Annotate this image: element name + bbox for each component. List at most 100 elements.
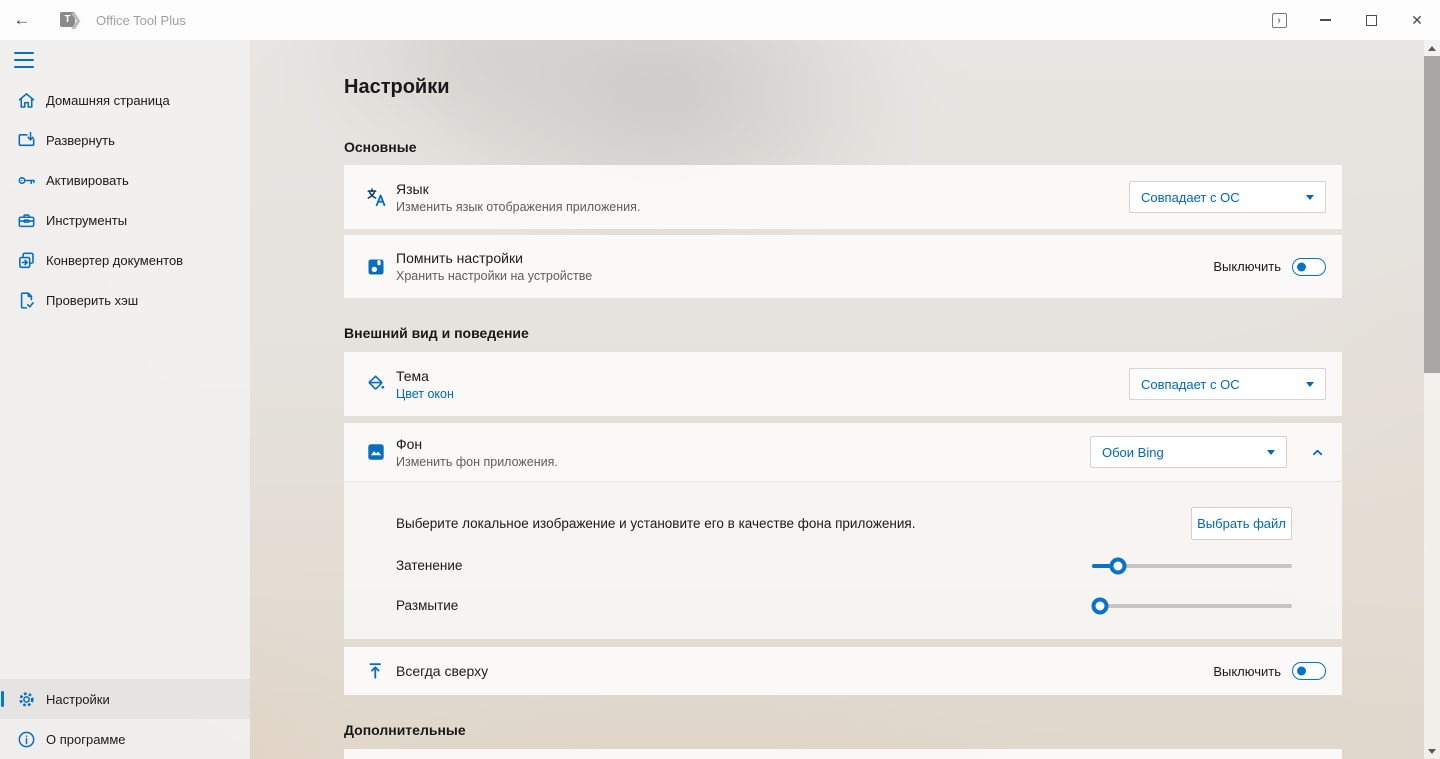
shade-slider[interactable] [1092, 557, 1292, 575]
scroll-up-icon [1428, 45, 1436, 51]
minimize-button[interactable] [1302, 0, 1348, 40]
setting-title: Всегда сверху [396, 663, 489, 679]
sidebar-item-label: Развернуть [46, 132, 115, 148]
app-logo-icon: T ❯ [60, 10, 82, 30]
close-icon: ✕ [1411, 11, 1423, 28]
sidebar-item-label: Настройки [46, 691, 110, 707]
toggle-knob [1297, 666, 1306, 676]
language-dropdown[interactable]: Совпадает с ОС [1129, 181, 1326, 213]
maximize-button[interactable] [1348, 0, 1394, 40]
console-button[interactable]: › [1256, 0, 1302, 40]
convert-icon [15, 249, 37, 271]
sidebar-item-deploy[interactable]: Развернуть [0, 120, 250, 160]
sidebar-item-home[interactable]: Домашняя страница [0, 80, 250, 120]
logo-chevron: ❯ [69, 12, 83, 29]
sidebar-item-check-hash[interactable]: Проверить хэш [0, 280, 250, 320]
scroll-up-button[interactable] [1424, 40, 1440, 56]
maximize-icon [1365, 14, 1377, 26]
sidebar-item-label: Активировать [46, 172, 129, 188]
theme-dropdown-value: Совпадает с ОС [1141, 376, 1240, 392]
setting-text: Фон Изменить фон приложения. [396, 436, 558, 469]
setting-title: Фон [396, 435, 423, 452]
back-arrow-icon: ← [13, 10, 31, 29]
collapse-panel-button[interactable] [1300, 436, 1334, 468]
close-button[interactable]: ✕ [1394, 0, 1440, 40]
always-on-top-toggle[interactable] [1292, 662, 1326, 680]
remember-settings-toggle[interactable] [1292, 257, 1326, 276]
gear-icon [15, 688, 37, 710]
scroll-down-button[interactable] [1424, 743, 1440, 759]
sidebar-item-about[interactable]: О программе [0, 719, 250, 759]
key-icon [15, 169, 37, 191]
language-dropdown-value: Совпадает с ОС [1141, 189, 1240, 205]
sidebar-footer: Настройки О программе [0, 679, 250, 759]
paint-bucket-icon [365, 373, 387, 395]
choose-file-button[interactable]: Выбрать файл [1191, 507, 1292, 540]
window-color-link[interactable]: Цвет окон [396, 387, 454, 401]
setting-card-background: Фон Изменить фон приложения. Обои Bing [344, 423, 1342, 481]
blur-slider-thumb[interactable] [1091, 597, 1109, 615]
home-icon [15, 89, 37, 111]
slider-track[interactable] [1092, 604, 1292, 608]
toggle-label: Выключить [1213, 259, 1281, 274]
setting-title: Язык [396, 180, 429, 197]
shade-slider-label: Затенение [396, 558, 463, 573]
setting-description: Хранить настройки на устройстве [396, 269, 593, 283]
setting-text: Язык Изменить язык отображения приложени… [396, 181, 640, 214]
shade-slider-thumb[interactable] [1109, 557, 1127, 575]
setting-description: Изменить фон приложения. [396, 454, 558, 469]
hash-check-icon [15, 289, 37, 311]
app-title: Office Tool Plus [96, 12, 186, 28]
window-body: Домашняя страница Развернуть Активироват… [0, 40, 1440, 759]
toolbox-icon [15, 209, 37, 231]
theme-dropdown[interactable]: Совпадает с ОС [1129, 368, 1326, 400]
sidebar-item-tools[interactable]: Инструменты [0, 200, 250, 240]
sidebar-item-settings[interactable]: Настройки [0, 679, 250, 719]
sidebar-item-label: Домашняя страница [46, 92, 170, 108]
blur-slider-label: Размытие [396, 598, 459, 613]
sidebar: Домашняя страница Развернуть Активироват… [0, 40, 250, 759]
chevron-down-icon [1267, 449, 1275, 455]
section-heading-additional: Дополнительные [344, 722, 466, 738]
setting-card-partial [344, 749, 1342, 759]
sidebar-item-label: О программе [46, 731, 126, 747]
setting-card-remember-settings: Помнить настройки Хранить настройки на у… [344, 235, 1342, 298]
setting-text: Всегда сверху [396, 663, 488, 679]
setting-card-theme: Тема Цвет окон Совпадает с ОС [344, 352, 1342, 416]
blur-slider[interactable] [1091, 597, 1292, 615]
scrollbar-thumb[interactable] [1424, 56, 1440, 373]
selected-indicator [1, 691, 4, 707]
setting-text: Тема Цвет окон [396, 368, 454, 401]
sidebar-item-label: Конвертер документов [46, 252, 184, 268]
settings-content: Настройки Основные Язык Изменить язык от… [250, 40, 1424, 759]
background-expanded-panel: Выберите локальное изображение и установ… [344, 481, 1342, 639]
toggle-knob [1297, 262, 1306, 271]
local-image-instruction: Выберите локальное изображение и установ… [396, 516, 916, 531]
deploy-icon [15, 129, 37, 151]
section-heading-basic: Основные [344, 139, 417, 155]
console-icon: › [1271, 12, 1287, 28]
chevron-up-icon [1312, 449, 1322, 455]
office-tool-plus-window: ← T ❯ Office Tool Plus › ✕ Домашняя стра… [0, 0, 1440, 759]
background-dropdown[interactable]: Обои Bing [1090, 436, 1287, 468]
save-icon [365, 256, 387, 278]
hamburger-menu-button[interactable] [14, 50, 34, 70]
minimize-icon [1319, 19, 1331, 21]
sidebar-item-activate[interactable]: Активировать [0, 160, 250, 200]
sidebar-item-doc-converter[interactable]: Конвертер документов [0, 240, 250, 280]
chevron-down-icon [1306, 194, 1314, 200]
scroll-down-icon [1428, 748, 1436, 754]
setting-card-language: Язык Изменить язык отображения приложени… [344, 165, 1342, 229]
setting-description: Изменить язык отображения приложения. [396, 199, 641, 214]
sidebar-nav: Домашняя страница Развернуть Активироват… [0, 80, 250, 320]
back-button[interactable]: ← [0, 0, 44, 40]
setting-title: Помнить настройки [396, 250, 523, 266]
sidebar-item-label: Проверить хэш [46, 292, 139, 308]
section-heading-appearance: Внешний вид и поведение [344, 325, 529, 341]
info-icon [15, 728, 37, 750]
settings-page: Настройки Основные Язык Изменить язык от… [344, 40, 1342, 759]
vertical-scrollbar[interactable] [1424, 40, 1440, 759]
pin-top-icon [365, 660, 387, 682]
translate-icon [365, 186, 387, 208]
setting-title: Тема [396, 367, 429, 384]
